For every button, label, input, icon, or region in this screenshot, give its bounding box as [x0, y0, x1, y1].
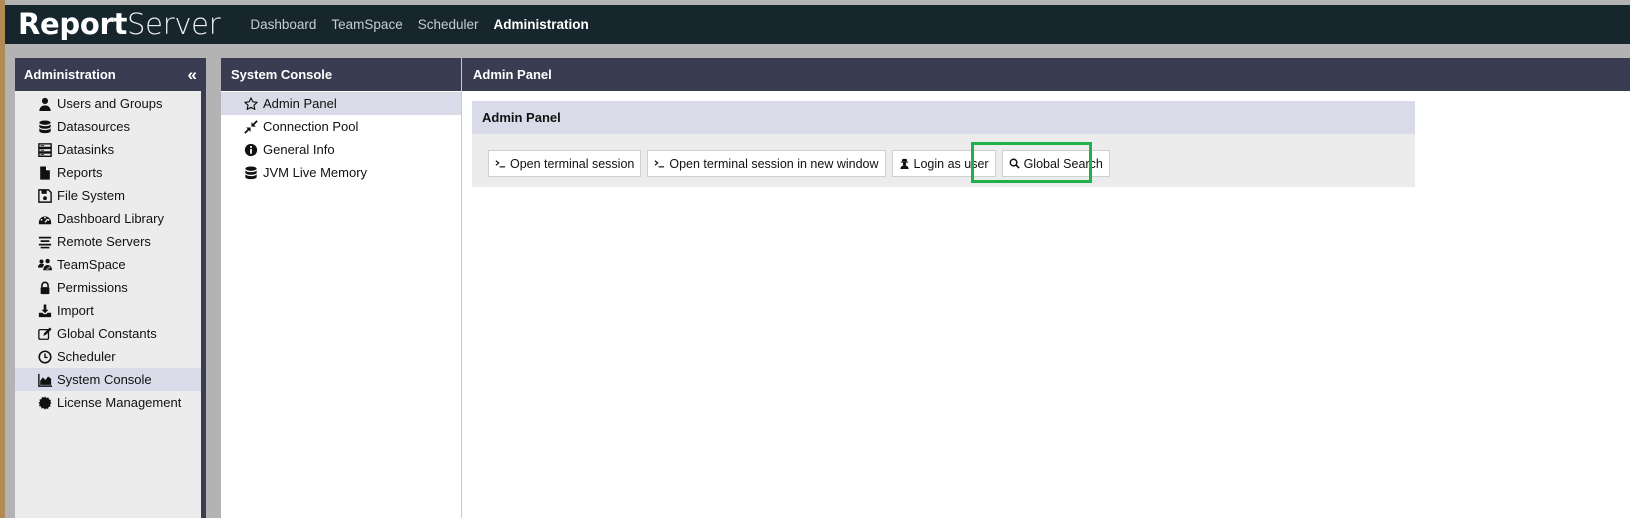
administration-panel-title: Administration [24, 67, 116, 82]
sidebar-item-label: Remote Servers [57, 234, 151, 249]
sidebar-item-permissions[interactable]: Permissions [15, 276, 201, 299]
console-item-label: Connection Pool [263, 119, 359, 134]
toolbar-band [5, 44, 1630, 56]
button-label: Login as user [913, 156, 989, 171]
user-secret-icon [899, 158, 910, 169]
sidebar-item-label: Permissions [57, 280, 128, 295]
admin-box-title: Admin Panel [472, 101, 1415, 134]
administration-nav-list: Users and Groups Datasources Datasinks R… [15, 91, 201, 518]
sidebar-item-label: Import [57, 303, 94, 318]
sidebar-item-dashboard-library[interactable]: Dashboard Library [15, 207, 201, 230]
sidebar-item-file-system[interactable]: File System [15, 184, 201, 207]
sidebar-item-label: Users and Groups [57, 96, 163, 111]
sidebar-item-remote-servers[interactable]: Remote Servers [15, 230, 201, 253]
terminal-icon [654, 158, 665, 169]
sidebar-item-label: File System [57, 188, 125, 203]
sidebar-item-import[interactable]: Import [15, 299, 201, 322]
sidebar-item-label: Reports [57, 165, 103, 180]
console-item-admin-panel[interactable]: Admin Panel [221, 92, 461, 115]
console-item-jvm-live-memory[interactable]: JVM Live Memory [221, 161, 461, 184]
button-label: Global Search [1023, 156, 1103, 171]
page-title: Admin Panel [473, 67, 552, 82]
open-terminal-button[interactable]: Open terminal session [488, 150, 642, 177]
system-console-panel-header: System Console [221, 58, 461, 91]
sidebar-item-users-and-groups[interactable]: Users and Groups [15, 92, 201, 115]
sidebar-item-datasources[interactable]: Datasources [15, 115, 201, 138]
clock-icon [37, 349, 53, 365]
area-chart-icon [37, 372, 53, 388]
users-icon [37, 257, 53, 273]
gauge-icon [37, 211, 53, 227]
administration-panel-header: Administration « [15, 58, 206, 91]
admin-toolbar: Open terminal session Open terminal sess… [488, 150, 1116, 177]
system-console-panel: System Console Admin Panel Connection Po… [221, 58, 462, 518]
administration-panel: Administration « Users and Groups Dataso… [15, 58, 206, 518]
sidebar-item-label: Global Constants [57, 326, 157, 341]
admin-panel-main: Admin Panel Admin Panel Open terminal se… [462, 58, 1630, 518]
sidebar-item-label: Dashboard Library [57, 211, 164, 226]
system-console-nav-list: Admin Panel Connection Pool General Info… [221, 91, 461, 184]
logo-text-report: Report [18, 7, 128, 41]
button-label: Open terminal session in new window [669, 156, 879, 171]
login-as-user-button[interactable]: Login as user [891, 150, 996, 177]
lock-icon [37, 280, 53, 296]
top-bar: ReportServer Dashboard TeamSpace Schedul… [5, 5, 1630, 44]
console-item-general-info[interactable]: General Info [221, 138, 461, 161]
star-icon [243, 96, 259, 112]
user-icon [37, 96, 53, 112]
download-icon [37, 303, 53, 319]
nav-dashboard[interactable]: Dashboard [250, 17, 316, 32]
console-item-connection-pool[interactable]: Connection Pool [221, 115, 461, 138]
window-edge [0, 0, 5, 518]
logo-text-server: Server [127, 7, 221, 41]
sidebar-item-label: System Console [57, 372, 152, 387]
remote-server-icon [37, 234, 53, 250]
certificate-icon [37, 395, 53, 411]
admin-panel-box: Admin Panel Open terminal session Open t… [472, 101, 1415, 187]
button-label: Open terminal session [510, 156, 635, 171]
sidebar-item-reports[interactable]: Reports [15, 161, 201, 184]
open-terminal-new-window-button[interactable]: Open terminal session in new window [647, 150, 886, 177]
file-icon [37, 165, 53, 181]
database-icon [37, 119, 53, 135]
compress-icon [243, 119, 259, 135]
console-item-label: JVM Live Memory [263, 165, 368, 180]
server-icon [37, 142, 53, 158]
edit-icon [37, 326, 53, 342]
sidebar-item-label: TeamSpace [57, 257, 126, 272]
floppy-icon [37, 188, 53, 204]
top-nav: Dashboard TeamSpace Scheduler Administra… [250, 17, 603, 32]
nav-scheduler[interactable]: Scheduler [418, 17, 479, 32]
sidebar-item-teamspace[interactable]: TeamSpace [15, 253, 201, 276]
terminal-icon [495, 158, 506, 169]
system-console-panel-title: System Console [231, 67, 333, 82]
sidebar-item-system-console[interactable]: System Console [15, 368, 201, 391]
sidebar-item-label: Datasources [57, 119, 130, 134]
sidebar-item-datasinks[interactable]: Datasinks [15, 138, 201, 161]
sidebar-item-global-constants[interactable]: Global Constants [15, 322, 201, 345]
sidebar-item-label: Scheduler [57, 349, 116, 364]
nav-teamspace[interactable]: TeamSpace [331, 17, 402, 32]
sidebar-item-label: License Management [57, 395, 182, 410]
collapse-icon[interactable]: « [188, 66, 197, 83]
console-item-label: Admin Panel [263, 96, 337, 111]
nav-administration[interactable]: Administration [494, 17, 589, 32]
sidebar-item-scheduler[interactable]: Scheduler [15, 345, 201, 368]
sidebar-item-label: Datasinks [57, 142, 115, 157]
app-logo[interactable]: ReportServer [18, 5, 221, 44]
global-search-button[interactable]: Global Search [1001, 150, 1110, 177]
sidebar-item-license-management[interactable]: License Management [15, 391, 201, 414]
database-icon [243, 165, 259, 181]
admin-panel-header: Admin Panel [462, 58, 1630, 91]
info-icon [243, 142, 259, 158]
console-item-label: General Info [263, 142, 335, 157]
search-icon [1009, 158, 1020, 169]
